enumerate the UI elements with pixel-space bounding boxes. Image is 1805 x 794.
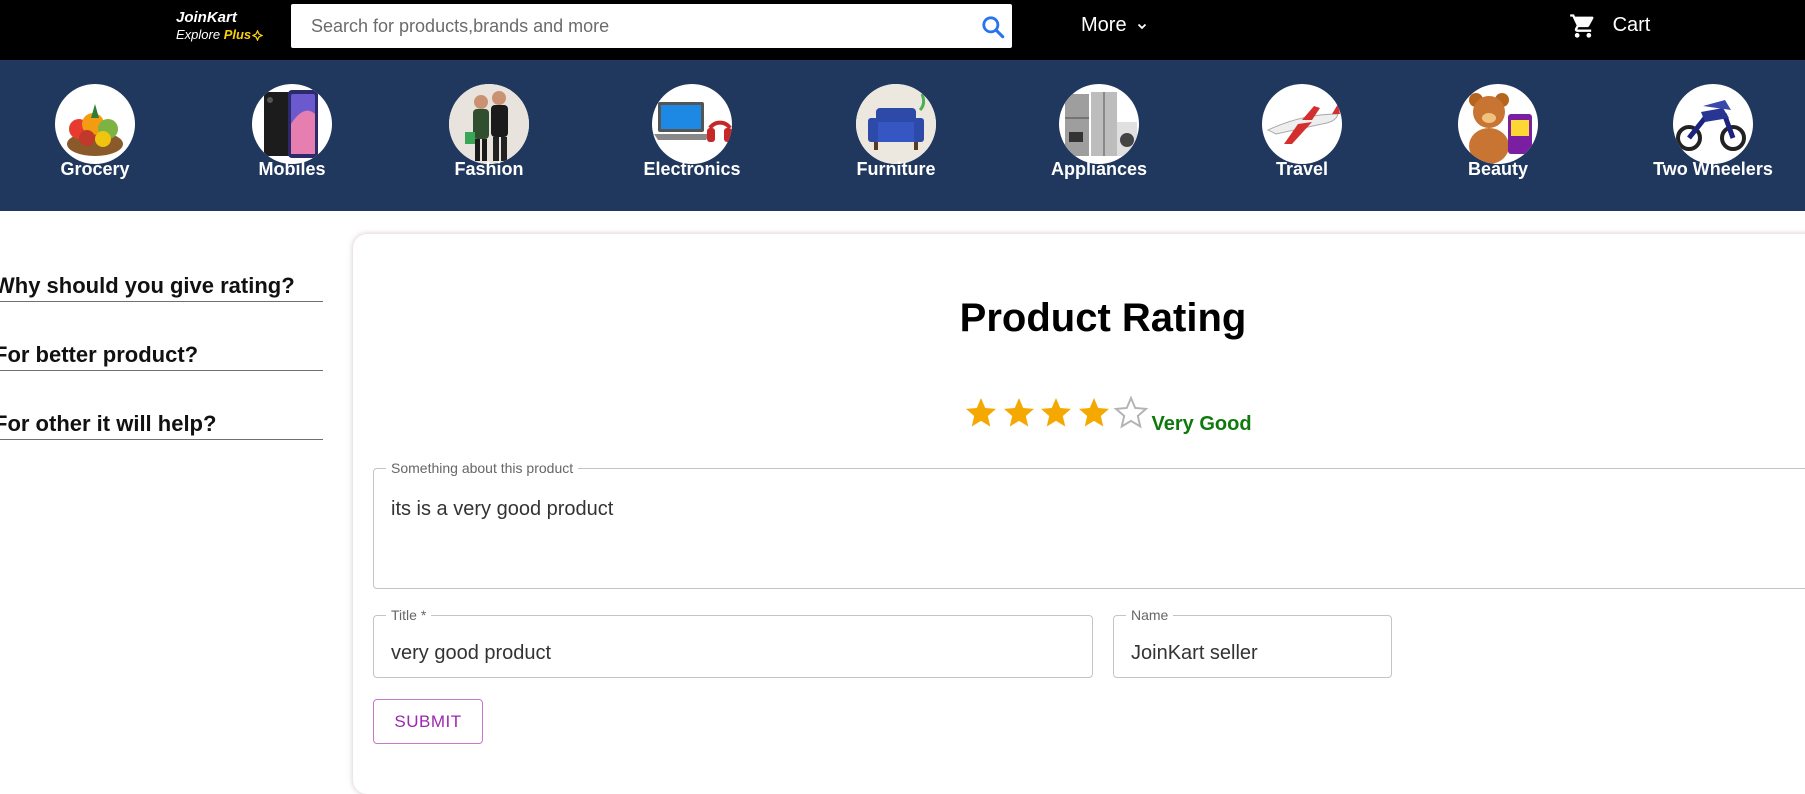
more-label: More <box>1081 14 1127 36</box>
category-grocery[interactable]: Grocery <box>10 84 180 179</box>
brand-tagline: Explore Plus <box>176 27 264 43</box>
top-header: JoinKart Explore Plus More Cart <box>0 0 1805 60</box>
star-outline-icon[interactable] <box>1113 395 1149 431</box>
chevron-down-icon <box>1138 23 1147 29</box>
title-input[interactable] <box>391 638 1071 668</box>
brand-logo[interactable]: JoinKart Explore Plus <box>176 9 264 43</box>
motorbikes-icon <box>1673 84 1753 164</box>
review-field-label: Something about this product <box>391 460 574 476</box>
brand-tagline-plus: Plus <box>223 27 252 42</box>
smartphones-icon <box>252 84 332 164</box>
name-field: Name <box>1113 608 1392 678</box>
grocery-basket-icon <box>55 84 135 164</box>
category-label: Two Wheelers <box>1653 159 1773 179</box>
category-label: Appliances <box>1050 159 1148 179</box>
brand-name: JoinKart <box>176 9 237 26</box>
category-two-wheelers[interactable]: Two Wheelers <box>1628 84 1798 179</box>
cart-label: Cart <box>1612 14 1651 36</box>
sidebar-question: For other it will help? <box>0 410 323 440</box>
star-rating: Very Good <box>963 395 1252 435</box>
home-appliances-icon <box>1059 84 1139 164</box>
category-label: Beauty <box>1467 159 1529 179</box>
category-mobiles[interactable]: Mobiles <box>207 84 377 179</box>
category-label: Electronics <box>643 159 741 179</box>
category-label: Mobiles <box>258 159 326 179</box>
category-appliances[interactable]: Appliances <box>1014 84 1184 179</box>
title-field-label: Title * <box>391 607 427 623</box>
search-input[interactable] <box>291 4 951 48</box>
plus-icon <box>252 30 264 42</box>
review-textarea[interactable]: its is a very good product <box>391 496 1805 586</box>
category-electronics[interactable]: Electronics <box>607 84 777 179</box>
star-icon[interactable] <box>1076 395 1112 431</box>
fashion-couple-icon <box>449 84 529 164</box>
category-label: Furniture <box>856 159 936 179</box>
name-field-label: Name <box>1131 607 1169 623</box>
category-travel[interactable]: Travel <box>1217 84 1387 179</box>
category-fashion[interactable]: Fashion <box>404 84 574 179</box>
rating-card: Product Rating Very Good Something about… <box>353 234 1805 794</box>
category-bar: Grocery Mobiles Fashion Electronics Furn… <box>0 60 1805 211</box>
cart-button[interactable]: Cart <box>1569 10 1650 40</box>
sidebar-question: For better product? <box>0 341 323 371</box>
laptop-headphones-icon <box>652 84 732 164</box>
sidebar-question: Why should you give rating? <box>0 272 323 302</box>
star-icon[interactable] <box>1038 395 1074 431</box>
category-label: Travel <box>1275 159 1329 179</box>
more-menu[interactable]: More <box>1081 12 1148 38</box>
search-icon[interactable] <box>980 14 1006 40</box>
star-icon[interactable] <box>1001 395 1037 431</box>
category-furniture[interactable]: Furniture <box>811 84 981 179</box>
teddy-toys-icon <box>1458 84 1538 164</box>
title-field: Title * <box>373 608 1093 678</box>
airplane-icon <box>1262 84 1342 164</box>
category-label: Fashion <box>454 159 524 179</box>
brand-tagline-prefix: Explore <box>176 27 221 42</box>
name-input[interactable] <box>1131 638 1376 668</box>
category-label: Grocery <box>60 159 130 179</box>
review-field: Something about this product its is a ve… <box>373 461 1805 589</box>
cart-icon <box>1570 14 1594 38</box>
category-beauty[interactable]: Beauty <box>1413 84 1583 179</box>
sofa-chair-icon <box>856 84 936 164</box>
search-bar <box>291 4 1012 48</box>
submit-button[interactable]: SUBMIT <box>373 699 483 744</box>
rating-label: Very Good <box>1151 413 1252 435</box>
star-icon[interactable] <box>963 395 999 431</box>
page-title: Product Rating <box>959 296 1247 340</box>
